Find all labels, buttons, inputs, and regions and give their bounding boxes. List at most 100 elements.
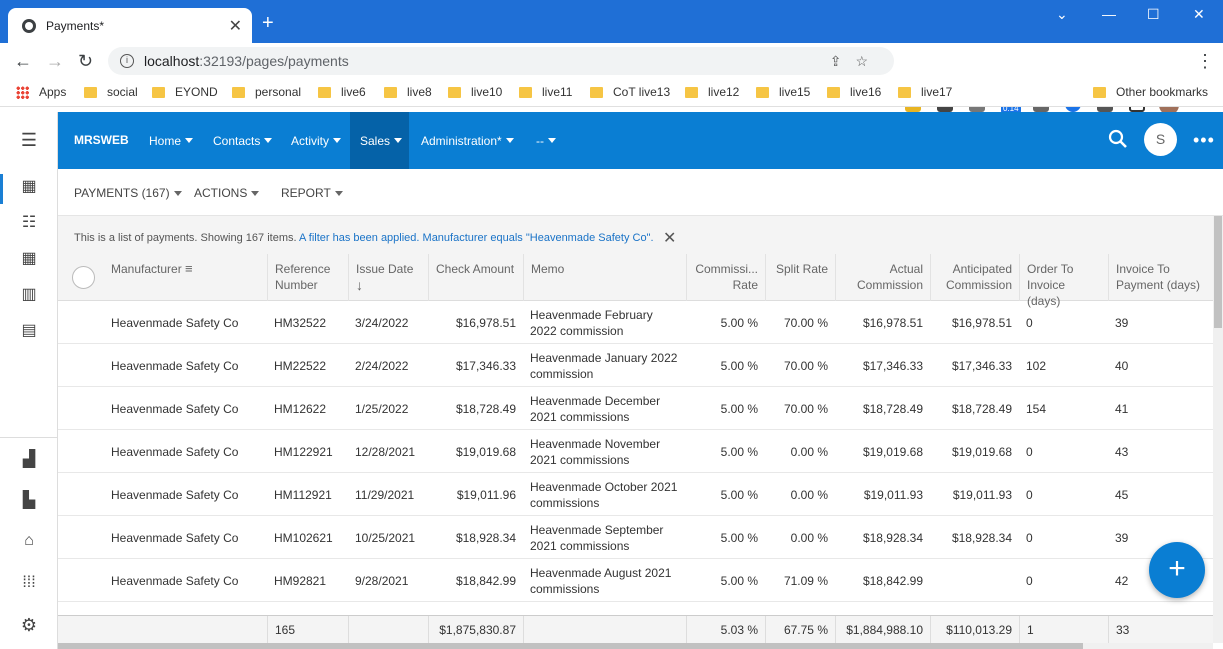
column-header-order-to-invoice[interactable]: Order To Invoice (days) [1019,254,1108,301]
horizontal-scrollbar[interactable] [58,643,1213,649]
column-header-anticipated-commission[interactable]: Anticipated Commission [930,254,1019,301]
cell-anticipated-commission: $19,019.68 [930,430,1019,473]
cell-check-amount: $16,978.51 [428,301,523,344]
chevron-down-icon [548,138,556,143]
column-header-manufacturer[interactable]: Manufacturer ≡ [104,254,267,301]
tab-search-icon[interactable]: ⌄ [1056,6,1068,23]
bookmark-folder[interactable]: social [84,85,138,99]
settings-gear-icon[interactable]: ⚙ [18,615,40,637]
vertical-scrollbar[interactable] [1213,216,1223,643]
folder-icon [898,87,911,98]
bookmark-folder[interactable]: live17 [898,85,952,99]
bookmark-folder[interactable]: live16 [827,85,881,99]
table-row[interactable]: Heavenmade Safety CoHM325223/24/2022$16,… [58,301,1213,344]
scrollbar-thumb[interactable] [1214,216,1222,328]
bookmark-folder[interactable]: CoT live13 [590,85,670,99]
bookmark-folder[interactable]: personal [232,85,301,99]
browser-tab[interactable]: Payments* ✕ [8,8,252,43]
cell-memo: Heavenmade November 2021 commissions [523,430,686,473]
bookmark-apps[interactable]: Apps [16,85,66,99]
building-icon[interactable]: ▙ [18,490,40,512]
column-header-memo[interactable]: Memo [523,254,686,301]
reload-icon[interactable]: ↻ [78,51,93,72]
filter-description-link[interactable]: A filter has been applied. Manufacturer … [299,232,654,244]
menu-more[interactable]: -- [526,112,566,169]
column-header-actual-commission[interactable]: Actual Commission [835,254,930,301]
menu-label: Contacts [213,134,260,148]
chart-view-icon[interactable]: ▥ [18,284,40,306]
add-payment-button[interactable]: + [1149,542,1205,598]
bookmark-folder[interactable]: live6 [318,85,366,99]
site-info-icon[interactable]: i [120,54,134,68]
table-row[interactable]: Heavenmade Safety CoHM11292111/29/2021$1… [58,473,1213,516]
table-row[interactable]: Heavenmade July 2021 [58,602,1213,615]
tiles-view-icon[interactable]: ▦ [18,248,40,270]
back-icon[interactable]: ← [14,51,32,72]
other-bookmarks[interactable]: Other bookmarks [1093,85,1208,99]
bookmark-folder[interactable]: live12 [685,85,739,99]
apps-icon[interactable]: ⁞⁞⁞ [18,574,40,596]
grid-view-icon[interactable]: ▦ [18,176,40,198]
chevron-down-icon [185,138,193,143]
cell-order-to-invoice: 102 [1019,344,1108,387]
close-window-button[interactable]: ✕ [1193,6,1205,23]
bookmark-folder[interactable]: EYOND [152,85,218,99]
cell-check-amount: $18,842.99 [428,559,523,602]
payments-view-dropdown[interactable]: PAYMENTS (167) [74,186,182,200]
table-row[interactable]: Heavenmade Safety CoHM928219/28/2021$18,… [58,559,1213,602]
table-row[interactable]: Heavenmade Safety CoHM10262110/25/2021$1… [58,516,1213,559]
bookmark-star-icon[interactable]: ⇪☆ [830,53,882,70]
column-header-split-rate[interactable]: Split Rate [765,254,835,301]
total-invoice-to-payment: 33 [1108,616,1213,644]
cell-memo: Heavenmade February 2022 commission [523,301,686,344]
browser-menu-icon[interactable]: ⋮ [1196,51,1214,72]
table-row[interactable]: Heavenmade Safety CoHM12292112/28/2021$1… [58,430,1213,473]
maximize-button[interactable]: ☐ [1147,6,1160,23]
bank-icon[interactable]: ⌂ [18,532,40,554]
bookmark-label: live16 [850,85,881,99]
new-tab-button[interactable]: + [262,12,274,35]
column-header-reference-number[interactable]: Reference Number [267,254,348,301]
bookmark-label: live10 [471,85,502,99]
menu-activity[interactable]: Activity [281,112,351,169]
bookmark-folder[interactable]: live11 [519,85,572,99]
bookmark-folder[interactable]: live8 [384,85,432,99]
cell-actual-commission: $16,978.51 [835,301,930,344]
menu-sales[interactable]: Sales [350,112,409,169]
forward-icon[interactable]: → [46,51,64,72]
scrollbar-thumb[interactable] [58,643,1083,649]
companies-icon[interactable]: ▟ [18,449,40,471]
total-actual-commission: $1,884,988.10 [835,616,930,644]
calendar-view-icon[interactable]: ▤ [18,320,40,342]
search-icon[interactable] [1108,129,1128,149]
user-avatar[interactable]: S [1144,123,1177,156]
column-header-check-amount[interactable]: Check Amount [428,254,523,301]
filter-icon[interactable]: ≡ [185,261,193,276]
table-row[interactable]: Heavenmade Safety CoHM225222/24/2022$17,… [58,344,1213,387]
list-view-icon[interactable]: ☷ [18,212,40,234]
cell-manufacturer: Heavenmade Safety Co [104,473,267,516]
address-bar[interactable]: i localhost:32193/pages/payments ⇪☆ [108,47,894,75]
report-dropdown[interactable]: REPORT [281,186,343,200]
actions-dropdown[interactable]: ACTIONS [194,186,259,200]
brand-logo[interactable]: MRSWEB [74,133,129,147]
bookmark-folder[interactable]: live15 [756,85,810,99]
minimize-button[interactable]: — [1102,6,1116,22]
column-header-commission-rate[interactable]: Commissi... Rate [686,254,765,301]
cell-commission-rate [686,602,765,615]
cell-actual-commission: $17,346.33 [835,344,930,387]
cell-actual-commission: $18,928.34 [835,516,930,559]
menu-home[interactable]: Home [139,112,203,169]
column-header-issue-date[interactable]: Issue Date↓ [348,254,428,301]
bookmark-folder[interactable]: live10 [448,85,502,99]
browser-titlebar: Payments* ✕ + ⌄ — ☐ ✕ [0,0,1223,43]
hamburger-menu-icon[interactable]: ☰ [18,130,40,152]
menu-administration[interactable]: Administration* [411,112,524,169]
clear-filter-icon[interactable]: ✕ [663,228,676,248]
table-row[interactable]: Heavenmade Safety CoHM126221/25/2022$18,… [58,387,1213,430]
select-all-checkbox[interactable] [72,266,95,289]
column-header-invoice-to-payment[interactable]: Invoice To Payment (days) [1108,254,1213,301]
tab-close-icon[interactable]: ✕ [229,16,242,36]
menu-contacts[interactable]: Contacts [203,112,282,169]
more-options-icon[interactable]: ••• [1193,130,1215,151]
